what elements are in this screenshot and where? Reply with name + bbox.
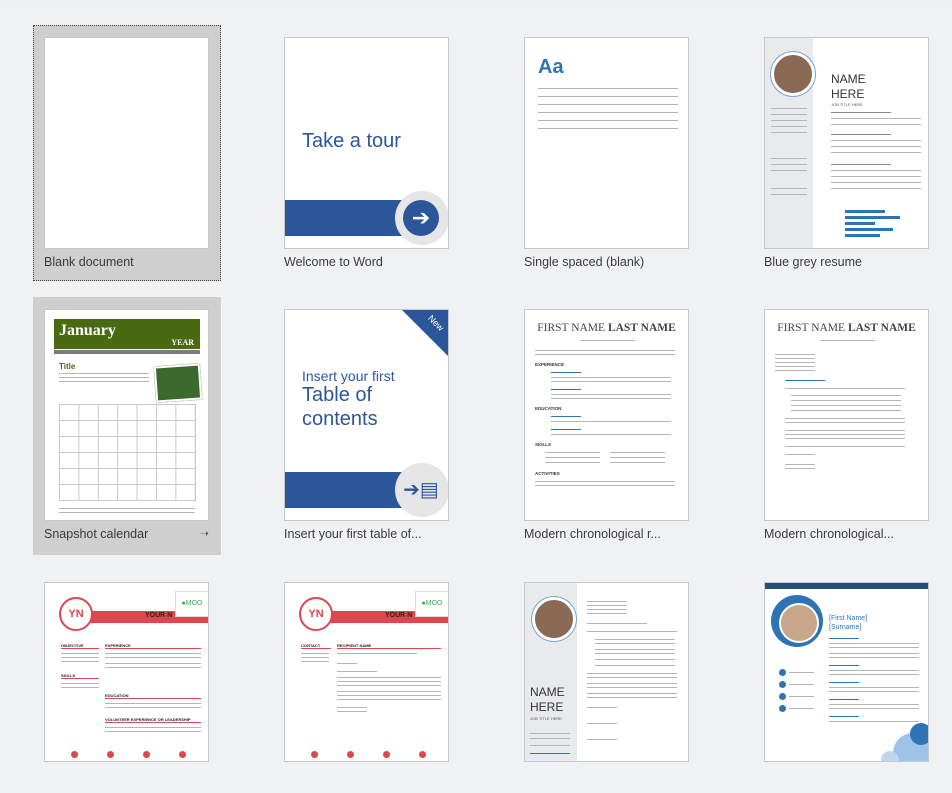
name-line2: HERE: [530, 700, 564, 714]
photo-avatar: [771, 52, 815, 96]
template-thumbnail: FIRST NAME LAST NAME: [764, 309, 929, 521]
calendar-grid: [59, 404, 196, 501]
template-thumbnail: NAME HERE JOB TITLE HERE: [764, 37, 929, 249]
template-welcome-to-word[interactable]: Take a tour ➔ Welcome to Word: [273, 25, 461, 281]
contact-icons: [71, 751, 191, 759]
template-thumbnail: NAME HERE JOB TITLE HERE: [524, 582, 689, 762]
moo-text: MOO: [185, 600, 203, 607]
initials-circle: YN: [299, 597, 333, 631]
toc-line1: Insert your first: [302, 368, 395, 384]
take-a-tour-text: Take a tour: [302, 130, 401, 152]
new-corner-ribbon: [402, 310, 448, 356]
resume-full-name: FIRST NAME LAST NAME: [525, 322, 688, 334]
resume-name-line2: HERE: [831, 87, 865, 101]
section-heading: EXPERIENCE: [535, 362, 565, 367]
template-thumbnail: January YEAR Title: [44, 309, 209, 521]
template-caption: Single spaced (blank): [524, 255, 645, 269]
header-name: YOUR N: [145, 612, 173, 619]
template-thumbnail: New Insert your first Table of contents …: [284, 309, 449, 521]
template-thumbnail: Take a tour ➔: [284, 37, 449, 249]
initials-circle: YN: [59, 597, 93, 631]
letter-full-name: FIRST NAME LAST NAME: [765, 322, 928, 334]
template-modern-chronological-resume[interactable]: FIRST NAME LAST NAME EXPERIENCE EDUCATIO…: [513, 297, 701, 555]
section-heading: EDUCATION: [535, 406, 562, 411]
moo-badge: ●MOO: [415, 591, 448, 617]
resume-name-line1: NAME: [831, 72, 866, 86]
aa-heading: Aa: [538, 56, 564, 78]
template-caption: Insert your first table of...: [284, 527, 422, 541]
arrow-right-icon: ➔: [403, 200, 439, 236]
template-caption: Blank document: [44, 255, 134, 269]
toc-line3: contents: [302, 408, 378, 430]
template-blue-grey-resume[interactable]: NAME HERE JOB TITLE HERE Blue grey resum…: [753, 25, 941, 281]
template-blank-document[interactable]: Blank document: [33, 25, 221, 281]
template-caption: Welcome to Word: [284, 255, 383, 269]
template-thumbnail: YN YOUR N ●MOO OBJECTIVE SKILLS EXPERIEN…: [44, 582, 209, 762]
template-thumbnail: Aa: [524, 37, 689, 249]
template-thumbnail: [44, 37, 209, 249]
pin-icon[interactable]: ➝: [200, 527, 209, 540]
contact-icons: [311, 751, 431, 759]
first-name: FIRST NAME: [777, 322, 848, 334]
toc-line2: Table of: [302, 384, 373, 406]
template-caption: Blue grey resume: [764, 255, 862, 269]
template-insert-table-of-contents[interactable]: New Insert your first Table of contents …: [273, 297, 461, 555]
template-thumbnail: YN YOUR N ●MOO CONTACT RECIPIENT NAME: [284, 582, 449, 762]
template-moo-resume[interactable]: YN YOUR N ●MOO OBJECTIVE SKILLS EXPERIEN…: [33, 570, 221, 793]
surname-placeholder: [Surname]: [829, 624, 862, 631]
first-name-placeholder: [First Name]: [829, 615, 868, 622]
calendar-month: January: [59, 322, 116, 339]
toucan-photo: [153, 363, 203, 403]
template-blue-circles-resume[interactable]: [First Name] [Surname]: [753, 570, 941, 793]
template-snapshot-calendar[interactable]: January YEAR Title Snapshot calendar ➝: [33, 297, 221, 555]
template-blue-grey-cover-letter[interactable]: NAME HERE JOB TITLE HERE: [513, 570, 701, 793]
name-line1: NAME: [530, 685, 565, 699]
photo-avatar: [532, 597, 576, 641]
template-single-spaced[interactable]: Aa Single spaced (blank): [513, 25, 701, 281]
template-thumbnail: FIRST NAME LAST NAME EXPERIENCE EDUCATIO…: [524, 309, 689, 521]
template-modern-chronological-cover-letter[interactable]: FIRST NAME LAST NAME Modern chronologica…: [753, 297, 941, 555]
section-heading: SKILLS: [535, 442, 552, 447]
resume-job-title: JOB TITLE HERE: [831, 102, 863, 107]
top-strip: [0, 0, 952, 14]
last-name: LAST NAME: [847, 322, 916, 334]
header-name: YOUR N: [385, 612, 413, 619]
moo-badge: ●MOO: [175, 591, 208, 617]
moo-text: MOO: [425, 600, 443, 607]
template-thumbnail: [First Name] [Surname]: [764, 582, 929, 762]
last-name: LAST NAME: [607, 322, 676, 334]
photo-avatar: [779, 603, 819, 643]
section-heading: ACTIVITIES: [535, 471, 560, 476]
template-caption: Snapshot calendar: [44, 527, 149, 541]
template-moo-cover-letter[interactable]: YN YOUR N ●MOO CONTACT RECIPIENT NAME: [273, 570, 461, 793]
template-caption: Modern chronological...: [764, 527, 894, 541]
calendar-title: Title: [59, 362, 76, 371]
document-arrow-icon: ➔▤: [403, 479, 439, 501]
first-name: FIRST NAME: [537, 322, 608, 334]
job-title: JOB TITLE HERE: [530, 716, 562, 721]
template-caption: Modern chronological r...: [524, 527, 661, 541]
calendar-year: YEAR: [171, 338, 194, 347]
